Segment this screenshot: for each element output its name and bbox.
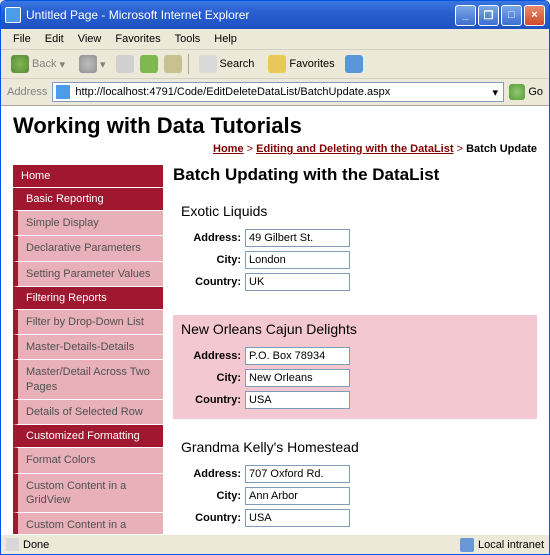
restore-button[interactable]: ❐ bbox=[478, 5, 499, 26]
menubar: File Edit View Favorites Tools Help bbox=[1, 29, 549, 50]
back-button[interactable]: Back ▾ bbox=[7, 53, 69, 75]
supplier-block: Exotic Liquids Address: City: Country: bbox=[173, 197, 537, 301]
nav-section[interactable]: Basic Reporting bbox=[13, 188, 163, 211]
back-icon bbox=[11, 55, 29, 73]
star-icon bbox=[268, 55, 286, 73]
nav-item[interactable]: Filter by Drop-Down List bbox=[13, 310, 163, 335]
window-title: Untitled Page - Microsoft Internet Explo… bbox=[26, 8, 455, 22]
home-button[interactable] bbox=[164, 55, 182, 73]
page-title: Working with Data Tutorials bbox=[13, 113, 537, 139]
close-button[interactable]: × bbox=[524, 5, 545, 26]
nav-section[interactable]: Customized Formatting bbox=[13, 425, 163, 448]
minimize-button[interactable]: _ bbox=[455, 5, 476, 26]
zone-icon bbox=[460, 538, 474, 552]
field-row: Country: bbox=[181, 509, 529, 527]
favorites-button[interactable]: Favorites bbox=[264, 53, 338, 75]
go-button[interactable]: Go bbox=[509, 84, 543, 100]
city-label: City: bbox=[181, 254, 245, 266]
field-row: City: bbox=[181, 487, 529, 505]
city-label: City: bbox=[181, 372, 245, 384]
menu-favorites[interactable]: Favorites bbox=[109, 31, 166, 47]
titlebar[interactable]: Untitled Page - Microsoft Internet Explo… bbox=[1, 1, 549, 29]
country-input[interactable] bbox=[245, 273, 350, 291]
nav-item[interactable]: Format Colors bbox=[13, 448, 163, 473]
maximize-button[interactable]: □ bbox=[501, 5, 522, 26]
supplier-name: Grandma Kelly's Homestead bbox=[181, 439, 529, 455]
country-label: Country: bbox=[181, 394, 245, 406]
forward-button: ▾ bbox=[75, 53, 110, 75]
status-page-icon bbox=[6, 538, 19, 551]
nav-item[interactable]: Declarative Parameters bbox=[13, 236, 163, 261]
address-label: Address: bbox=[181, 468, 245, 480]
supplier-name: Exotic Liquids bbox=[181, 203, 529, 219]
search-icon bbox=[199, 55, 217, 73]
breadcrumb: Home > Editing and Deleting with the Dat… bbox=[13, 143, 537, 155]
content-area[interactable]: Working with Data Tutorials Home > Editi… bbox=[1, 106, 549, 534]
statusbar: Done Local intranet bbox=[1, 534, 549, 554]
stop-button[interactable] bbox=[116, 55, 134, 73]
ie-icon bbox=[5, 7, 21, 23]
menu-file[interactable]: File bbox=[7, 31, 37, 47]
menu-help[interactable]: Help bbox=[208, 31, 243, 47]
crumb-section[interactable]: Editing and Deleting with the DataList bbox=[256, 143, 453, 155]
field-row: City: bbox=[181, 251, 529, 269]
field-row: Address: bbox=[181, 465, 529, 483]
search-button[interactable]: Search bbox=[195, 53, 259, 75]
menu-view[interactable]: View bbox=[72, 31, 108, 47]
supplier-block: New Orleans Cajun Delights Address: City: C… bbox=[173, 315, 537, 419]
dropdown-icon[interactable]: ▾ bbox=[487, 86, 503, 99]
go-icon bbox=[509, 84, 525, 100]
country-input[interactable] bbox=[245, 509, 350, 527]
city-input[interactable] bbox=[245, 369, 350, 387]
country-label: Country: bbox=[181, 276, 245, 288]
address-label: Address bbox=[7, 86, 47, 98]
forward-icon bbox=[79, 55, 97, 73]
page-icon bbox=[56, 85, 70, 99]
nav-item[interactable]: Simple Display bbox=[13, 211, 163, 236]
nav-item[interactable]: Master-Details-Details bbox=[13, 335, 163, 360]
field-row: Country: bbox=[181, 273, 529, 291]
separator bbox=[188, 54, 189, 74]
address-label: Address: bbox=[181, 232, 245, 244]
toolbar: Back ▾ ▾ Search Favorites bbox=[1, 50, 549, 79]
sidebar: Home Basic ReportingSimple DisplayDeclar… bbox=[13, 165, 163, 534]
supplier-block: Grandma Kelly's Homestead Address: City: Co… bbox=[173, 433, 537, 534]
address-input[interactable] bbox=[245, 347, 350, 365]
address-input[interactable] bbox=[245, 229, 350, 247]
menu-edit[interactable]: Edit bbox=[39, 31, 70, 47]
city-input[interactable] bbox=[245, 487, 350, 505]
crumb-home[interactable]: Home bbox=[213, 143, 244, 155]
field-row: Country: bbox=[181, 391, 529, 409]
nav-item[interactable]: Master/Detail Across Two Pages bbox=[13, 360, 163, 400]
main-heading: Batch Updating with the DataList bbox=[173, 165, 537, 185]
address-bar: Address ▾ Go bbox=[1, 79, 549, 106]
field-row: Address: bbox=[181, 347, 529, 365]
address-input[interactable] bbox=[245, 465, 350, 483]
address-label: Address: bbox=[181, 350, 245, 362]
city-label: City: bbox=[181, 490, 245, 502]
main: Batch Updating with the DataList Exotic … bbox=[173, 165, 537, 534]
media-button[interactable] bbox=[345, 55, 363, 73]
crumb-current: Batch Update bbox=[466, 143, 537, 155]
address-input-wrap[interactable]: ▾ bbox=[52, 82, 504, 102]
country-input[interactable] bbox=[245, 391, 350, 409]
nav-item[interactable]: Details of Selected Row bbox=[13, 400, 163, 425]
nav-item[interactable]: Custom Content in a GridView bbox=[13, 474, 163, 514]
field-row: Address: bbox=[181, 229, 529, 247]
nav-item[interactable]: Custom Content in a DetailsView bbox=[13, 513, 163, 534]
field-row: City: bbox=[181, 369, 529, 387]
nav-section[interactable]: Filtering Reports bbox=[13, 287, 163, 310]
url-input[interactable] bbox=[73, 84, 487, 100]
supplier-name: New Orleans Cajun Delights bbox=[181, 321, 529, 337]
nav-home[interactable]: Home bbox=[13, 165, 163, 188]
country-label: Country: bbox=[181, 512, 245, 524]
city-input[interactable] bbox=[245, 251, 350, 269]
menu-tools[interactable]: Tools bbox=[169, 31, 207, 47]
refresh-button[interactable] bbox=[140, 55, 158, 73]
status-text: Done bbox=[23, 539, 49, 551]
zone-text: Local intranet bbox=[478, 539, 544, 551]
nav-item[interactable]: Setting Parameter Values bbox=[13, 262, 163, 287]
